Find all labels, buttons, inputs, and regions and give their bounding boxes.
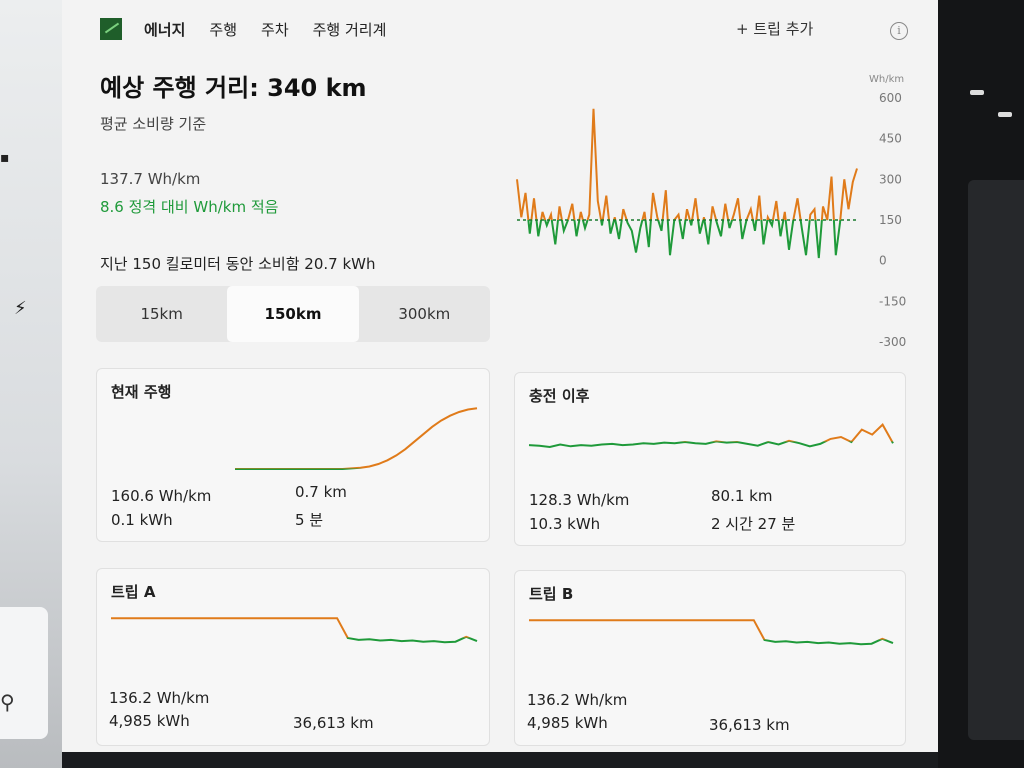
side-card[interactable]: [0, 607, 48, 739]
avg-efficiency: 137.7 Wh/km: [100, 170, 201, 188]
y-tick-label: 0: [879, 254, 887, 268]
tab-energy[interactable]: 에너지: [144, 19, 185, 40]
info-icon[interactable]: i: [890, 22, 908, 40]
distance: 80.1 km: [711, 487, 773, 505]
y-tick-label: 150: [879, 213, 902, 227]
distance: 36,613 km: [709, 716, 790, 734]
light-dot: [970, 90, 984, 95]
energy-used: 4,985 kWh: [109, 712, 190, 730]
duration: 5 분: [295, 511, 324, 529]
energy-used: 10.3 kWh: [529, 515, 601, 533]
trend-series-below: [346, 637, 478, 644]
card-current-drive[interactable]: 현재 주행 160.6 Wh/km 0.1 kWh 0.7 km 5 분: [96, 368, 490, 542]
trend-series-below: [763, 639, 894, 646]
distance: 0.7 km: [295, 483, 347, 501]
top-navigation: 에너지 주행 주차 주행 거리계: [100, 14, 410, 44]
card-trip-b[interactable]: 트립 B 136.2 Wh/km 4,985 kWh 36,613 km: [514, 570, 906, 746]
trend-series-above: [529, 619, 887, 640]
trend-series-above: [235, 407, 478, 469]
range-basis-label: 평균 소비량 기준: [100, 115, 207, 133]
estimated-range-title: 예상 주행 거리: 340 km: [100, 74, 367, 102]
dark-bezel: [938, 0, 1024, 768]
y-tick-label: -150: [879, 294, 906, 308]
range-option-15km[interactable]: 15km: [96, 286, 227, 342]
light-dot: [998, 112, 1012, 117]
recent-consumption: 지난 150 킬로미터 동안 소비함 20.7 kWh: [100, 255, 376, 273]
tab-odometer[interactable]: 주행 거리계: [313, 19, 387, 40]
duration: 2 시간 27 분: [711, 515, 796, 533]
lightning-icon[interactable]: ⚡: [14, 298, 27, 319]
energy-rate: 136.2 Wh/km: [527, 691, 628, 709]
y-axis-unit: Wh/km: [869, 74, 904, 85]
add-trip-button[interactable]: + 트립 추가: [736, 18, 813, 39]
energy-logo-icon: [100, 18, 122, 40]
consumption-chart: Wh/km 600 450 300 150 0 -150 -300: [507, 70, 932, 360]
energy-used: 4,985 kWh: [527, 714, 608, 732]
tab-park[interactable]: 주차: [261, 19, 289, 40]
energy-used: 0.1 kWh: [111, 511, 173, 529]
range-option-300km[interactable]: 300km: [359, 286, 490, 342]
side-panel: [968, 180, 1024, 740]
card-trip-a[interactable]: 트립 A 136.2 Wh/km 4,985 kWh 36,613 km: [96, 568, 490, 746]
y-tick-label: 450: [879, 132, 902, 146]
trend-series-above: [111, 617, 471, 638]
distance: 36,613 km: [293, 714, 374, 732]
left-panel: ▪ ⚡ ⚲: [0, 0, 62, 768]
energy-rate: 160.6 Wh/km: [111, 487, 212, 505]
efficiency-delta: 8.6 정격 대비 Wh/km 적음: [100, 198, 279, 216]
consumption-chart-svg: Wh/km 600 450 300 150 0 -150 -300: [516, 74, 906, 349]
trend-series-below: [235, 468, 363, 470]
energy-app-screen: 에너지 주행 주차 주행 거리계 + 트립 추가 i 예상 주행 거리: 340…: [62, 0, 938, 752]
y-tick-label: 600: [879, 91, 902, 105]
range-selector: 15km 150km 300km: [96, 286, 490, 342]
energy-rate: 136.2 Wh/km: [109, 689, 210, 707]
card-since-charge[interactable]: 충전 이후 128.3 Wh/km 10.3 kWh 80.1 km 2 시간 …: [514, 372, 906, 546]
y-tick-label: 300: [879, 172, 902, 186]
edge-marker: ▪: [0, 150, 10, 166]
trend-series-below: [528, 441, 894, 449]
consumption-series-below: [527, 220, 842, 259]
tab-drive[interactable]: 주행: [209, 19, 237, 40]
y-tick-label: -300: [879, 335, 906, 349]
range-option-150km[interactable]: 150km: [227, 286, 359, 342]
energy-rate: 128.3 Wh/km: [529, 491, 630, 509]
consumption-series-above: [516, 108, 858, 220]
search-icon[interactable]: ⚲: [0, 690, 15, 714]
